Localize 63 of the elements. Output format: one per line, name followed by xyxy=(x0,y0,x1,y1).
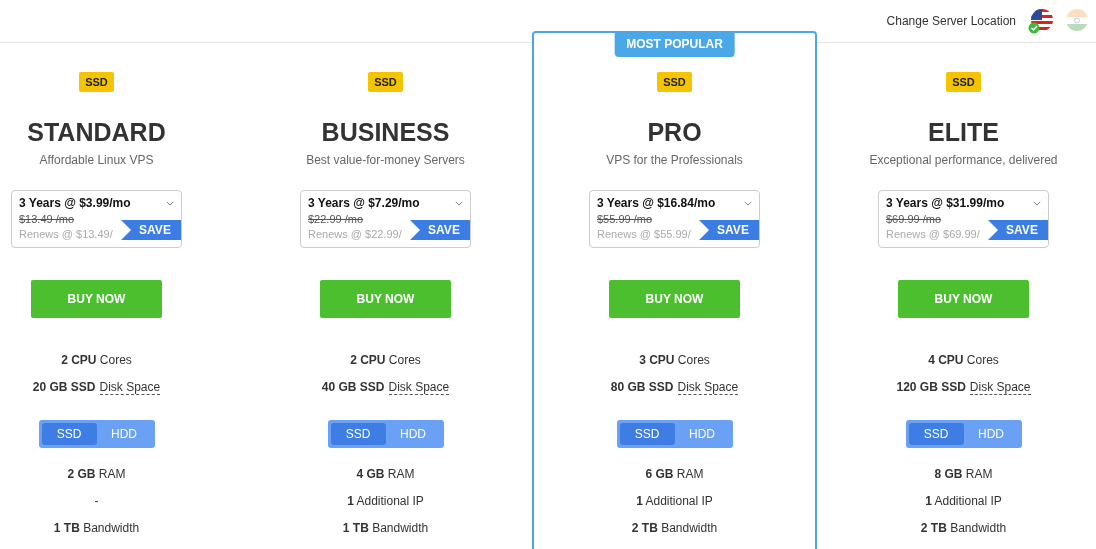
buy-now-button[interactable]: BUY NOW xyxy=(320,280,451,318)
feature-text: 4 GB RAM xyxy=(356,468,415,481)
spec-text: 2 CPU Cores xyxy=(350,353,421,367)
spec-text: 20 GB SSD xyxy=(32,380,96,395)
caret-icon xyxy=(455,201,463,206)
disk-space-tooltip-link[interactable]: Disk Space xyxy=(388,380,450,395)
disk-space-tooltip-link[interactable]: Disk Space xyxy=(99,380,161,395)
term-dropdown[interactable]: 3 Years @ $3.99/mo $13.49 /mo Renews @ $13.49/ SAVE xyxy=(11,190,182,248)
spec-text: 4 CPU Cores xyxy=(928,353,999,367)
save-ribbon: SAVE xyxy=(410,220,470,240)
buy-now-button[interactable]: BUY NOW xyxy=(31,280,162,318)
feature-text: 1 Additional IP xyxy=(636,495,713,508)
storage-option[interactable]: HDD xyxy=(674,423,730,445)
us-flag-icon[interactable] xyxy=(1028,8,1054,34)
ssd-badge: SSD xyxy=(368,72,403,92)
most-popular-badge: MOST POPULAR xyxy=(614,31,735,57)
ssd-badge: SSD xyxy=(946,72,981,92)
storage-option[interactable]: HDD xyxy=(385,423,441,445)
plan-tagline: Best value-for-money Servers xyxy=(306,153,465,167)
spec-text: 40 GB SSD xyxy=(321,380,385,395)
spec-text: 3 CPU Cores xyxy=(639,353,710,367)
feature-text: 1 Additional IP xyxy=(347,495,424,508)
feature-text: 2 TB Bandwidth xyxy=(631,522,718,535)
save-ribbon: SAVE xyxy=(988,220,1048,240)
storage-option[interactable]: HDD xyxy=(96,423,152,445)
feature-text: 1 TB Bandwidth xyxy=(342,522,429,535)
plan-title: STANDARD xyxy=(27,118,166,147)
save-ribbon: SAVE xyxy=(699,220,759,240)
plan-title: BUSINESS xyxy=(321,118,450,147)
term-dropdown[interactable]: 3 Years @ $7.29/mo $22.99 /mo Renews @ $22.99/ SAVE xyxy=(300,190,471,248)
feature-text: - xyxy=(94,495,99,508)
spec-text: 2 CPU Cores xyxy=(61,353,132,367)
feature-text: 1 Additional IP xyxy=(925,495,1002,508)
buy-now-button[interactable]: BUY NOW xyxy=(609,280,740,318)
caret-icon xyxy=(744,201,752,206)
caret-icon xyxy=(1033,201,1041,206)
feature-text: 2 GB RAM xyxy=(67,468,126,481)
plan-tagline: VPS for the Professionals xyxy=(606,153,743,167)
feature-text: 8 GB RAM xyxy=(934,468,993,481)
storage-option[interactable]: SSD xyxy=(619,423,675,445)
storage-option[interactable]: SSD xyxy=(41,423,97,445)
ssd-badge: SSD xyxy=(657,72,692,92)
feature-text: 1 TB Bandwidth xyxy=(53,522,140,535)
plan-title: ELITE xyxy=(928,118,999,147)
plan-tagline: Affordable Linux VPS xyxy=(39,153,154,167)
disk-space-tooltip-link[interactable]: Disk Space xyxy=(677,380,739,395)
spec-text: 120 GB SSD xyxy=(896,380,966,395)
plan-tagline: Exceptional performance, delivered xyxy=(869,153,1058,167)
spec-text: 80 GB SSD xyxy=(610,380,674,395)
buy-now-button[interactable]: BUY NOW xyxy=(898,280,1029,318)
plan-title: PRO xyxy=(647,118,702,147)
save-ribbon: SAVE xyxy=(121,220,181,240)
term-dropdown[interactable]: 3 Years @ $31.99/mo $69.99 /mo Renews @ $69.99/ SAVE xyxy=(878,190,1049,248)
caret-icon xyxy=(166,201,174,206)
storage-option[interactable]: HDD xyxy=(963,423,1019,445)
term-dropdown[interactable]: 3 Years @ $16.84/mo $55.99 /mo Renews @ $55.99/ SAVE xyxy=(589,190,760,248)
storage-option[interactable]: SSD xyxy=(330,423,386,445)
storage-option[interactable]: SSD xyxy=(908,423,964,445)
feature-text: 2 TB Bandwidth xyxy=(920,522,1007,535)
disk-space-tooltip-link[interactable]: Disk Space xyxy=(969,380,1031,395)
ssd-badge: SSD xyxy=(79,72,114,92)
change-location-label[interactable]: Change Server Location xyxy=(886,14,1016,28)
feature-text: 6 GB RAM xyxy=(645,468,704,481)
